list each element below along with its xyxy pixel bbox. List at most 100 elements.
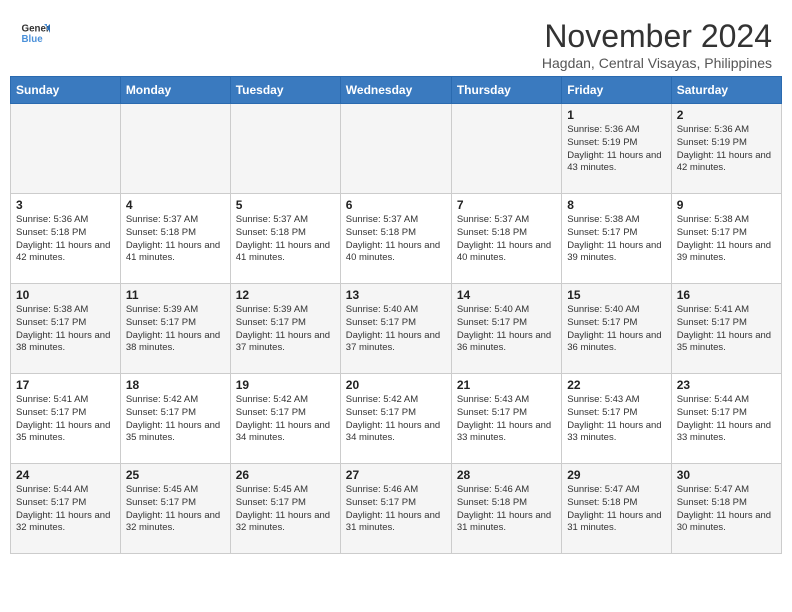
day-info: Sunrise: 5:47 AM Sunset: 5:18 PM Dayligh… xyxy=(677,484,776,535)
calendar-cell xyxy=(120,104,230,194)
day-number: 6 xyxy=(346,198,446,212)
day-number: 15 xyxy=(567,288,665,302)
calendar-cell: 11Sunrise: 5:39 AM Sunset: 5:17 PM Dayli… xyxy=(120,284,230,374)
day-number: 20 xyxy=(346,378,446,392)
col-header-saturday: Saturday xyxy=(671,77,781,104)
day-number: 11 xyxy=(126,288,225,302)
day-number: 22 xyxy=(567,378,665,392)
day-info: Sunrise: 5:44 AM Sunset: 5:17 PM Dayligh… xyxy=(677,394,776,445)
calendar-cell: 23Sunrise: 5:44 AM Sunset: 5:17 PM Dayli… xyxy=(671,374,781,464)
logo: General Blue xyxy=(20,18,50,48)
col-header-monday: Monday xyxy=(120,77,230,104)
calendar-cell: 18 Sunrise: 5:42 AM Sunset: 5:17 PM Dayli… xyxy=(120,374,230,464)
header: General Blue November 2024 Hagdan, Centr… xyxy=(10,10,782,76)
day-number: 12 xyxy=(236,288,335,302)
day-info: Sunrise: 5:36 AM Sunset: 5:19 PM Dayligh… xyxy=(567,124,665,175)
day-number: 18 xyxy=(126,378,225,392)
calendar-cell: 10 Sunrise: 5:38 AM Sunset: 5:17 PM Dayli… xyxy=(11,284,121,374)
day-number: 4 xyxy=(126,198,225,212)
day-info: Sunrise: 5:36 AM Sunset: 5:19 PM Dayligh… xyxy=(677,124,776,175)
day-number: 16 xyxy=(677,288,776,302)
day-number: 27 xyxy=(346,468,446,482)
day-info: Sunrise: 5:37 AM Sunset: 5:18 PM Dayligh… xyxy=(457,214,556,265)
calendar-cell: 9 Sunrise: 5:38 AM Sunset: 5:17 PM Daylig… xyxy=(671,194,781,284)
day-info: Sunrise: 5:39 AM Sunset: 5:17 PM Dayligh… xyxy=(236,304,335,355)
calendar-cell: 30 Sunrise: 5:47 AM Sunset: 5:18 PM Dayli… xyxy=(671,464,781,554)
calendar-cell: 28 Sunrise: 5:46 AM Sunset: 5:18 PM Dayli… xyxy=(451,464,561,554)
week-row-1: 1 Sunrise: 5:36 AM Sunset: 5:19 PM Daylig… xyxy=(11,104,782,194)
week-row-2: 3 Sunrise: 5:36 AM Sunset: 5:18 PM Daylig… xyxy=(11,194,782,284)
col-header-sunday: Sunday xyxy=(11,77,121,104)
calendar-cell: 27 Sunrise: 5:46 AM Sunset: 5:17 PM Dayli… xyxy=(340,464,451,554)
day-info: Sunrise: 5:44 AM Sunset: 5:17 PM Dayligh… xyxy=(16,484,115,535)
calendar-table: SundayMondayTuesdayWednesdayThursdayFrid… xyxy=(10,76,782,554)
day-number: 29 xyxy=(567,468,665,482)
calendar-cell: 1 Sunrise: 5:36 AM Sunset: 5:19 PM Daylig… xyxy=(562,104,671,194)
day-info: Sunrise: 5:41 AM Sunset: 5:17 PM Dayligh… xyxy=(16,394,115,445)
day-info: Sunrise: 5:38 AM Sunset: 5:17 PM Dayligh… xyxy=(677,214,776,265)
day-number: 21 xyxy=(457,378,556,392)
day-number: 19 xyxy=(236,378,335,392)
day-info: Sunrise: 5:46 AM Sunset: 5:17 PM Dayligh… xyxy=(346,484,446,535)
day-info: Sunrise: 5:43 AM Sunset: 5:17 PM Dayligh… xyxy=(457,394,556,445)
calendar-cell xyxy=(230,104,340,194)
day-info: Sunrise: 5:45 AM Sunset: 5:17 PM Dayligh… xyxy=(126,484,225,535)
day-number: 14 xyxy=(457,288,556,302)
calendar-cell: 7 Sunrise: 5:37 AM Sunset: 5:18 PM Daylig… xyxy=(451,194,561,284)
day-info: Sunrise: 5:36 AM Sunset: 5:18 PM Dayligh… xyxy=(16,214,115,265)
day-number: 10 xyxy=(16,288,115,302)
day-number: 17 xyxy=(16,378,115,392)
day-info: Sunrise: 5:45 AM Sunset: 5:17 PM Dayligh… xyxy=(236,484,335,535)
day-number: 8 xyxy=(567,198,665,212)
calendar-cell: 16Sunrise: 5:41 AM Sunset: 5:17 PM Dayli… xyxy=(671,284,781,374)
day-info: Sunrise: 5:42 AM Sunset: 5:17 PM Dayligh… xyxy=(346,394,446,445)
calendar-cell: 17 Sunrise: 5:41 AM Sunset: 5:17 PM Dayli… xyxy=(11,374,121,464)
day-info: Sunrise: 5:37 AM Sunset: 5:18 PM Dayligh… xyxy=(346,214,446,265)
logo-icon: General Blue xyxy=(20,18,50,48)
calendar-cell: 4 Sunrise: 5:37 AM Sunset: 5:18 PM Daylig… xyxy=(120,194,230,284)
day-number: 2 xyxy=(677,108,776,122)
location-title: Hagdan, Central Visayas, Philippines xyxy=(542,55,772,71)
day-info: Sunrise: 5:40 AM Sunset: 5:17 PM Dayligh… xyxy=(567,304,665,355)
calendar-cell: 5 Sunrise: 5:37 AM Sunset: 5:18 PM Daylig… xyxy=(230,194,340,284)
day-number: 5 xyxy=(236,198,335,212)
header-row: SundayMondayTuesdayWednesdayThursdayFrid… xyxy=(11,77,782,104)
col-header-friday: Friday xyxy=(562,77,671,104)
week-row-5: 24 Sunrise: 5:44 AM Sunset: 5:17 PM Dayli… xyxy=(11,464,782,554)
day-number: 1 xyxy=(567,108,665,122)
day-info: Sunrise: 5:43 AM Sunset: 5:17 PM Dayligh… xyxy=(567,394,665,445)
day-info: Sunrise: 5:42 AM Sunset: 5:17 PM Dayligh… xyxy=(126,394,225,445)
day-info: Sunrise: 5:37 AM Sunset: 5:18 PM Dayligh… xyxy=(236,214,335,265)
calendar-cell: 26 Sunrise: 5:45 AM Sunset: 5:17 PM Dayli… xyxy=(230,464,340,554)
calendar-cell: 19Sunrise: 5:42 AM Sunset: 5:17 PM Dayli… xyxy=(230,374,340,464)
day-number: 3 xyxy=(16,198,115,212)
day-info: Sunrise: 5:38 AM Sunset: 5:17 PM Dayligh… xyxy=(567,214,665,265)
col-header-wednesday: Wednesday xyxy=(340,77,451,104)
calendar-cell xyxy=(11,104,121,194)
day-number: 13 xyxy=(346,288,446,302)
day-number: 24 xyxy=(16,468,115,482)
day-number: 25 xyxy=(126,468,225,482)
svg-text:Blue: Blue xyxy=(22,34,44,45)
calendar-cell: 3 Sunrise: 5:36 AM Sunset: 5:18 PM Daylig… xyxy=(11,194,121,284)
calendar-cell: 2 Sunrise: 5:36 AM Sunset: 5:19 PM Daylig… xyxy=(671,104,781,194)
day-info: Sunrise: 5:37 AM Sunset: 5:18 PM Dayligh… xyxy=(126,214,225,265)
calendar-cell: 13Sunrise: 5:40 AM Sunset: 5:17 PM Dayli… xyxy=(340,284,451,374)
day-number: 28 xyxy=(457,468,556,482)
day-number: 30 xyxy=(677,468,776,482)
day-number: 26 xyxy=(236,468,335,482)
calendar-cell: 15 Sunrise: 5:40 AM Sunset: 5:17 PM Dayli… xyxy=(562,284,671,374)
day-info: Sunrise: 5:46 AM Sunset: 5:18 PM Dayligh… xyxy=(457,484,556,535)
day-number: 7 xyxy=(457,198,556,212)
day-info: Sunrise: 5:38 AM Sunset: 5:17 PM Dayligh… xyxy=(16,304,115,355)
calendar-cell: 12 Sunrise: 5:39 AM Sunset: 5:17 PM Dayli… xyxy=(230,284,340,374)
day-info: Sunrise: 5:47 AM Sunset: 5:18 PM Dayligh… xyxy=(567,484,665,535)
calendar-cell: 8 Sunrise: 5:38 AM Sunset: 5:17 PM Daylig… xyxy=(562,194,671,284)
calendar-cell: 21 Sunrise: 5:43 AM Sunset: 5:17 PM Dayli… xyxy=(451,374,561,464)
day-number: 9 xyxy=(677,198,776,212)
calendar-cell: 25 Sunrise: 5:45 AM Sunset: 5:17 PM Dayli… xyxy=(120,464,230,554)
week-row-4: 17 Sunrise: 5:41 AM Sunset: 5:17 PM Dayli… xyxy=(11,374,782,464)
col-header-thursday: Thursday xyxy=(451,77,561,104)
week-row-3: 10 Sunrise: 5:38 AM Sunset: 5:17 PM Dayli… xyxy=(11,284,782,374)
calendar-cell: 24 Sunrise: 5:44 AM Sunset: 5:17 PM Dayli… xyxy=(11,464,121,554)
